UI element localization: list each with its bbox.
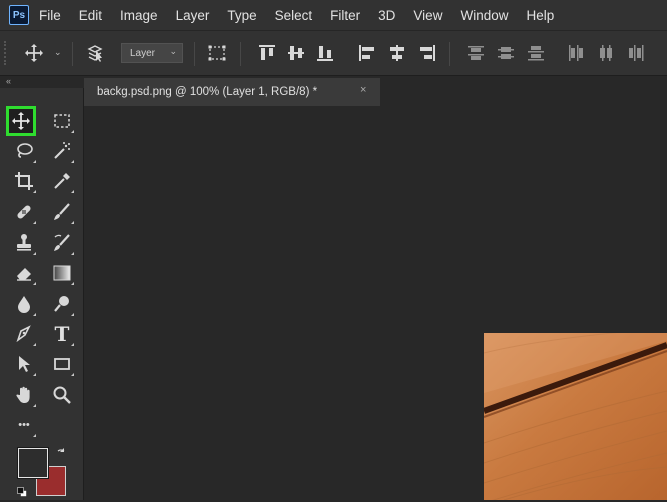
distribute-right-icon[interactable] — [626, 43, 646, 63]
transform-controls-icon[interactable] — [207, 43, 227, 63]
options-bar-grip[interactable] — [4, 41, 8, 65]
history-brush-tool-button[interactable] — [49, 230, 75, 256]
tools-panel: T ••• — [0, 88, 84, 500]
distribute-horizontal-center-icon[interactable] — [596, 43, 616, 63]
foreground-color-swatch[interactable] — [17, 447, 49, 479]
close-icon[interactable]: × — [360, 84, 366, 96]
rectangular-marquee-icon — [54, 114, 70, 128]
path-selection-icon — [19, 356, 30, 372]
clone-stamp-icon — [17, 234, 31, 251]
auto-select-layers-icon[interactable] — [85, 43, 105, 63]
eyedropper-icon — [54, 173, 70, 189]
hand-tool-button[interactable] — [11, 382, 37, 408]
menu-file[interactable]: File — [39, 8, 61, 23]
auto-select-target-select[interactable]: Layer ⌄ — [121, 43, 183, 63]
pen-icon — [16, 325, 31, 343]
menu-edit[interactable]: Edit — [79, 8, 102, 23]
align-left-icon[interactable] — [357, 43, 377, 63]
options-separator — [194, 42, 195, 66]
blur-tool-button[interactable] — [11, 291, 37, 317]
crop-tool-button[interactable] — [11, 168, 37, 194]
history-brush-icon — [54, 234, 70, 251]
brush-icon — [54, 203, 70, 220]
rectangle-tool-button[interactable] — [49, 351, 75, 377]
menu-view[interactable]: View — [413, 8, 442, 23]
crop-icon — [15, 172, 33, 190]
type-icon: T — [54, 322, 70, 346]
brush-tool-button[interactable] — [49, 199, 75, 225]
align-vertical-center-icon[interactable] — [286, 43, 306, 63]
photoshop-logo-icon[interactable]: Ps — [9, 5, 29, 25]
options-separator — [449, 42, 450, 66]
align-bottom-icon[interactable] — [315, 43, 335, 63]
move-tool-button[interactable] — [6, 106, 36, 136]
edit-toolbar-button[interactable]: ••• — [11, 412, 37, 438]
swap-colors-icon[interactable] — [56, 446, 68, 458]
distribute-top-icon[interactable] — [466, 43, 486, 63]
lasso-icon — [17, 143, 33, 158]
menu-image[interactable]: Image — [120, 8, 158, 23]
healing-brush-tool-button[interactable] — [11, 199, 37, 225]
toolbar-collapse-button[interactable]: « — [0, 76, 84, 88]
move-icon[interactable] — [24, 43, 44, 63]
eyedropper-tool-button[interactable] — [49, 168, 75, 194]
gradient-icon — [53, 265, 71, 281]
default-colors-icon[interactable] — [17, 484, 27, 497]
eraser-icon — [17, 268, 31, 281]
lasso-tool-button[interactable] — [11, 138, 37, 164]
magic-wand-icon — [54, 142, 70, 159]
menu-3d[interactable]: 3D — [378, 8, 395, 23]
hand-icon — [16, 386, 30, 403]
clone-stamp-tool-button[interactable] — [11, 230, 37, 256]
wood-texture-image — [484, 333, 667, 500]
blur-icon — [18, 296, 30, 313]
gradient-tool-button[interactable] — [49, 260, 75, 286]
magic-wand-tool-button[interactable] — [49, 138, 75, 164]
menu-bar: Ps File Edit Image Layer Type Select Fil… — [0, 0, 667, 30]
document-tab-title: backg.psd.png @ 100% (Layer 1, RGB/8) * — [97, 86, 318, 98]
move-icon — [12, 112, 30, 130]
menu-type[interactable]: Type — [227, 8, 256, 23]
zoom-icon — [53, 386, 71, 404]
align-horizontal-center-icon[interactable] — [387, 43, 407, 63]
tool-preset-chevron-down-icon[interactable]: ⌄ — [54, 47, 62, 58]
distribute-vertical-center-icon[interactable] — [496, 43, 516, 63]
chevron-down-icon: ⌄ — [169, 46, 177, 56]
distribute-bottom-icon[interactable] — [526, 43, 546, 63]
options-separator — [72, 42, 73, 66]
path-selection-tool-button[interactable] — [11, 351, 37, 377]
menu-select[interactable]: Select — [275, 8, 313, 23]
type-tool-button[interactable]: T — [49, 321, 75, 347]
document-tab-bar: backg.psd.png @ 100% (Layer 1, RGB/8) * … — [84, 76, 667, 106]
canvas-image-wood[interactable] — [484, 333, 667, 500]
menu-window[interactable]: Window — [460, 8, 508, 23]
menu-filter[interactable]: Filter — [330, 8, 360, 23]
more-tools-icon: ••• — [18, 419, 30, 431]
options-bar: ⌄ Layer ⌄ — [0, 30, 667, 76]
eraser-tool-button[interactable] — [11, 260, 37, 286]
document-tab[interactable]: backg.psd.png @ 100% (Layer 1, RGB/8) * … — [84, 78, 380, 106]
align-right-icon[interactable] — [417, 43, 437, 63]
auto-select-target-value: Layer — [130, 47, 156, 59]
rectangle-icon — [54, 358, 70, 370]
options-separator — [240, 42, 241, 66]
dodge-icon — [54, 296, 69, 312]
menu-layer[interactable]: Layer — [176, 8, 210, 23]
zoom-tool-button[interactable] — [49, 382, 75, 408]
marquee-tool-button[interactable] — [49, 108, 75, 134]
dodge-tool-button[interactable] — [49, 291, 75, 317]
align-top-icon[interactable] — [257, 43, 277, 63]
pen-tool-button[interactable] — [11, 321, 37, 347]
distribute-left-icon[interactable] — [566, 43, 586, 63]
healing-brush-icon — [17, 205, 31, 219]
menu-help[interactable]: Help — [526, 8, 554, 23]
